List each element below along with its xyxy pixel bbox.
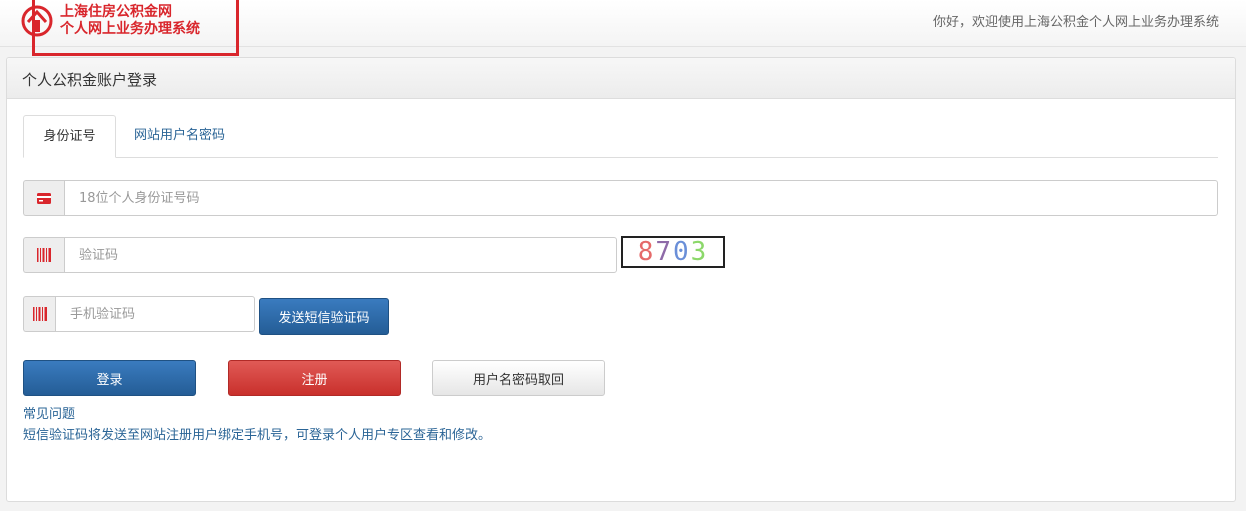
sms-code-group (23, 296, 255, 332)
sms-note: 短信验证码将发送至网站注册用户绑定手机号，可登录个人用户专区查看和修改。 (23, 428, 492, 443)
barcode-icon (32, 307, 47, 321)
captcha-addon (23, 237, 64, 273)
captcha-digit: 7 (655, 237, 673, 267)
captcha-digit: 3 (690, 237, 709, 267)
id-card-addon (23, 180, 64, 216)
logo-text: 上海住房公积金网 个人网上业务办理系统 (60, 4, 200, 38)
tab-website-account[interactable]: 网站用户名密码 (134, 115, 225, 157)
welcome-text: 你好，欢迎使用上海公积金个人网上业务办理系统 (932, 15, 1219, 30)
sms-addon (23, 296, 55, 332)
captcha-digit: 0 (673, 237, 691, 267)
send-sms-button[interactable]: 发送短信验证码 (259, 298, 389, 335)
login-tabs: 身份证号 网站用户名密码 (23, 115, 1218, 158)
tab-id-number[interactable]: 身份证号 (23, 115, 116, 158)
panel-header (7, 58, 1235, 99)
captcha-digit: 8 (637, 237, 656, 267)
id-card-icon (37, 192, 51, 204)
captcha-group (23, 237, 617, 273)
barcode-icon (37, 248, 51, 262)
recover-account-button[interactable]: 用户名密码取回 (432, 360, 605, 396)
house-logo-icon (21, 5, 53, 37)
id-number-group (23, 180, 1218, 216)
captcha-input[interactable] (64, 237, 617, 273)
register-button[interactable]: 注册 (228, 360, 401, 396)
faq-link[interactable]: 常见问题 (23, 403, 75, 422)
logo-line-2: 个人网上业务办理系统 (60, 21, 200, 37)
login-panel: 个人公积金账户登录 身份证号 网站用户名密码 8703 (6, 57, 1236, 502)
login-button[interactable]: 登录 (23, 360, 196, 396)
top-bar: 上海住房公积金网 个人网上业务办理系统 你好，欢迎使用上海公积金个人网上业务办理… (0, 0, 1246, 56)
captcha-image[interactable]: 8703 (621, 236, 725, 268)
logo-line-1: 上海住房公积金网 (60, 4, 172, 20)
id-number-input[interactable] (64, 180, 1218, 216)
panel-title: 个人公积金账户登录 (22, 71, 158, 89)
sms-code-input[interactable] (55, 296, 255, 332)
